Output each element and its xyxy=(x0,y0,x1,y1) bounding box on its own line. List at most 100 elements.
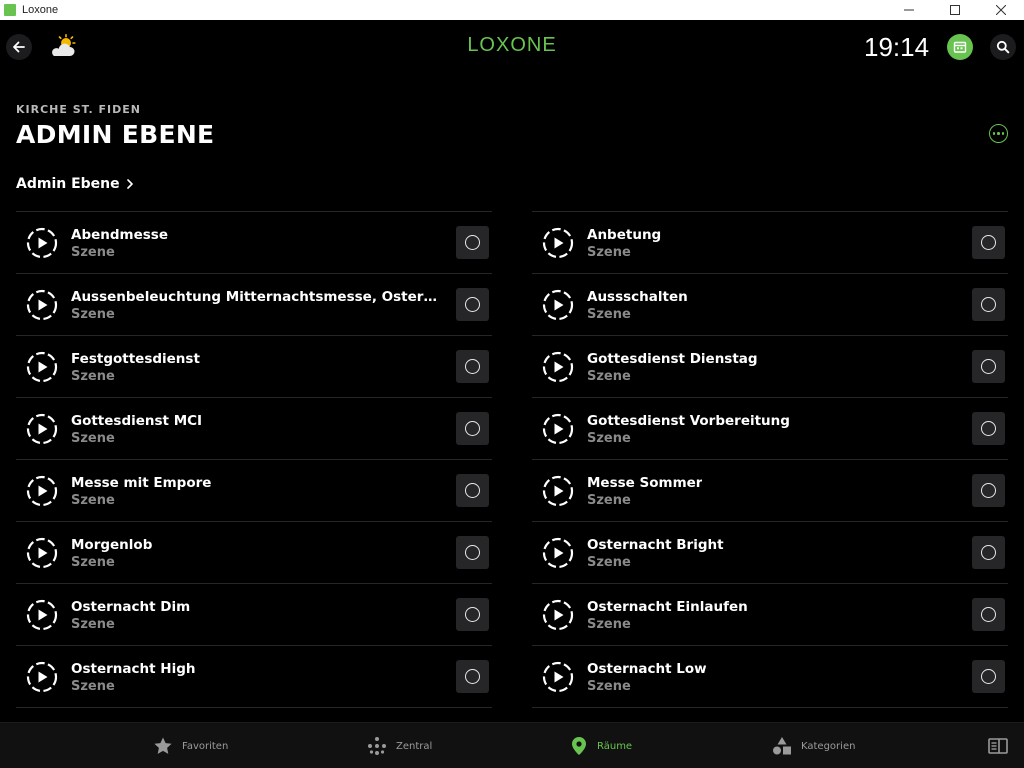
scene-row[interactable]: Festgottesdienst Szene xyxy=(16,336,492,398)
scene-play-icon xyxy=(542,351,574,383)
scene-activate-button[interactable] xyxy=(972,660,1005,693)
clock: 19:14 xyxy=(864,32,930,62)
scene-name: Aussschalten xyxy=(587,289,688,305)
scene-name: Festgottesdienst xyxy=(71,351,200,367)
scene-name: Osternacht High xyxy=(71,661,196,677)
more-dot-icon xyxy=(1001,132,1005,135)
scene-name: Abendmesse xyxy=(71,227,168,243)
scene-type: Szene xyxy=(71,431,115,446)
dots-grid-icon xyxy=(368,737,386,755)
more-options-button[interactable] xyxy=(989,124,1008,143)
scene-activate-button[interactable] xyxy=(456,288,489,321)
maximize-button[interactable] xyxy=(932,0,978,20)
scene-name: Osternacht Bright xyxy=(587,537,724,553)
scene-row[interactable]: Osternacht Bright Szene xyxy=(532,522,1008,584)
scene-activate-button[interactable] xyxy=(456,598,489,631)
notifications-button[interactable] xyxy=(947,34,973,60)
scene-row[interactable]: Anbetung Szene xyxy=(532,212,1008,274)
scene-activate-button[interactable] xyxy=(972,288,1005,321)
bottom-tab-bar: Favoriten Zentral Räume Kategorien xyxy=(0,722,1024,768)
tab-kategorien[interactable]: Kategorien xyxy=(772,723,855,768)
scene-row[interactable]: Aussschalten Szene xyxy=(532,274,1008,336)
scene-type: Szene xyxy=(71,679,115,694)
scene-play-icon xyxy=(542,599,574,631)
scene-row[interactable]: Messe Sommer Szene xyxy=(532,460,1008,522)
search-button[interactable] xyxy=(990,34,1016,60)
scene-row[interactable]: Aussenbeleuchtung Mitternachtsmesse, Ost… xyxy=(16,274,492,336)
scene-type: Szene xyxy=(587,431,631,446)
scene-activate-button[interactable] xyxy=(456,226,489,259)
scene-row[interactable]: Osternacht Einlaufen Szene xyxy=(532,584,1008,646)
tab-label: Favoriten xyxy=(182,740,229,752)
scene-type: Szene xyxy=(587,555,631,570)
tab-label: Räume xyxy=(597,740,633,752)
scene-play-icon xyxy=(542,289,574,321)
circle-icon xyxy=(465,297,480,312)
minimize-button[interactable] xyxy=(886,0,932,20)
scene-activate-button[interactable] xyxy=(456,474,489,507)
scene-name: Gottesdienst MCI xyxy=(71,413,203,429)
location-pin-icon xyxy=(572,737,586,755)
circle-icon xyxy=(465,545,480,560)
app-logo-icon xyxy=(4,4,16,16)
window-titlebar: Loxone xyxy=(0,0,1024,20)
scene-row[interactable]: Gottesdienst Dienstag Szene xyxy=(532,336,1008,398)
tab-raeume[interactable]: Räume xyxy=(570,723,632,768)
circle-icon xyxy=(981,421,996,436)
scene-name: Anbetung xyxy=(587,227,662,243)
scene-type: Szene xyxy=(587,679,631,694)
scene-play-icon xyxy=(542,475,574,507)
circle-icon xyxy=(981,545,996,560)
scene-name: Aussenbeleuchtung Mitternachtsmesse, Ost… xyxy=(71,289,446,305)
window-title: Loxone xyxy=(22,4,59,16)
scene-row[interactable]: Osternacht High Szene xyxy=(16,646,492,708)
scene-activate-button[interactable] xyxy=(456,412,489,445)
circle-icon xyxy=(465,607,480,622)
scene-row[interactable]: Osternacht Dim Szene xyxy=(16,584,492,646)
circle-icon xyxy=(981,359,996,374)
scene-activate-button[interactable] xyxy=(972,474,1005,507)
calendar-icon xyxy=(953,41,967,53)
scene-row[interactable]: Gottesdienst Vorbereitung Szene xyxy=(532,398,1008,460)
circle-icon xyxy=(981,669,996,684)
tab-zentral[interactable]: Zentral xyxy=(367,723,432,768)
scene-activate-button[interactable] xyxy=(972,536,1005,569)
scene-name: Messe mit Empore xyxy=(71,475,212,491)
scene-row[interactable]: Osternacht Low Szene xyxy=(532,646,1008,708)
scene-activate-button[interactable] xyxy=(972,412,1005,445)
scene-play-icon xyxy=(542,661,574,693)
minimize-icon xyxy=(904,9,914,11)
scene-type: Szene xyxy=(71,617,115,632)
tab-favoriten[interactable]: Favoriten xyxy=(153,723,228,768)
scene-name: Messe Sommer xyxy=(587,475,703,491)
scene-name: Gottesdienst Dienstag xyxy=(587,351,758,367)
scene-row[interactable]: Morgenlob Szene xyxy=(16,522,492,584)
scene-row[interactable]: Messe mit Empore Szene xyxy=(16,460,492,522)
circle-icon xyxy=(465,483,480,498)
scene-activate-button[interactable] xyxy=(456,660,489,693)
scene-type: Szene xyxy=(587,617,631,632)
toggle-panel-button[interactable] xyxy=(988,723,1008,768)
scene-play-icon xyxy=(26,599,58,631)
scene-play-icon xyxy=(26,661,58,693)
scene-activate-button[interactable] xyxy=(972,598,1005,631)
scene-name: Morgenlob xyxy=(71,537,153,553)
scene-play-icon xyxy=(26,351,58,383)
circle-icon xyxy=(465,359,480,374)
scene-row[interactable]: Abendmesse Szene xyxy=(16,212,492,274)
circle-icon xyxy=(981,607,996,622)
scene-name: Osternacht Dim xyxy=(71,599,191,615)
close-window-button[interactable] xyxy=(978,0,1024,20)
scene-play-icon xyxy=(542,227,574,259)
chevron-right-icon xyxy=(126,179,133,189)
scene-list-right: Anbetung Szene Aussschalten Szene Gottes… xyxy=(532,211,1008,708)
scene-activate-button[interactable] xyxy=(456,350,489,383)
scene-play-icon xyxy=(26,289,58,321)
scene-activate-button[interactable] xyxy=(972,226,1005,259)
breadcrumb[interactable]: Admin Ebene xyxy=(16,176,134,192)
star-icon xyxy=(154,737,172,754)
scene-activate-button[interactable] xyxy=(972,350,1005,383)
scene-activate-button[interactable] xyxy=(456,536,489,569)
circle-icon xyxy=(465,235,480,250)
scene-row[interactable]: Gottesdienst MCI Szene xyxy=(16,398,492,460)
